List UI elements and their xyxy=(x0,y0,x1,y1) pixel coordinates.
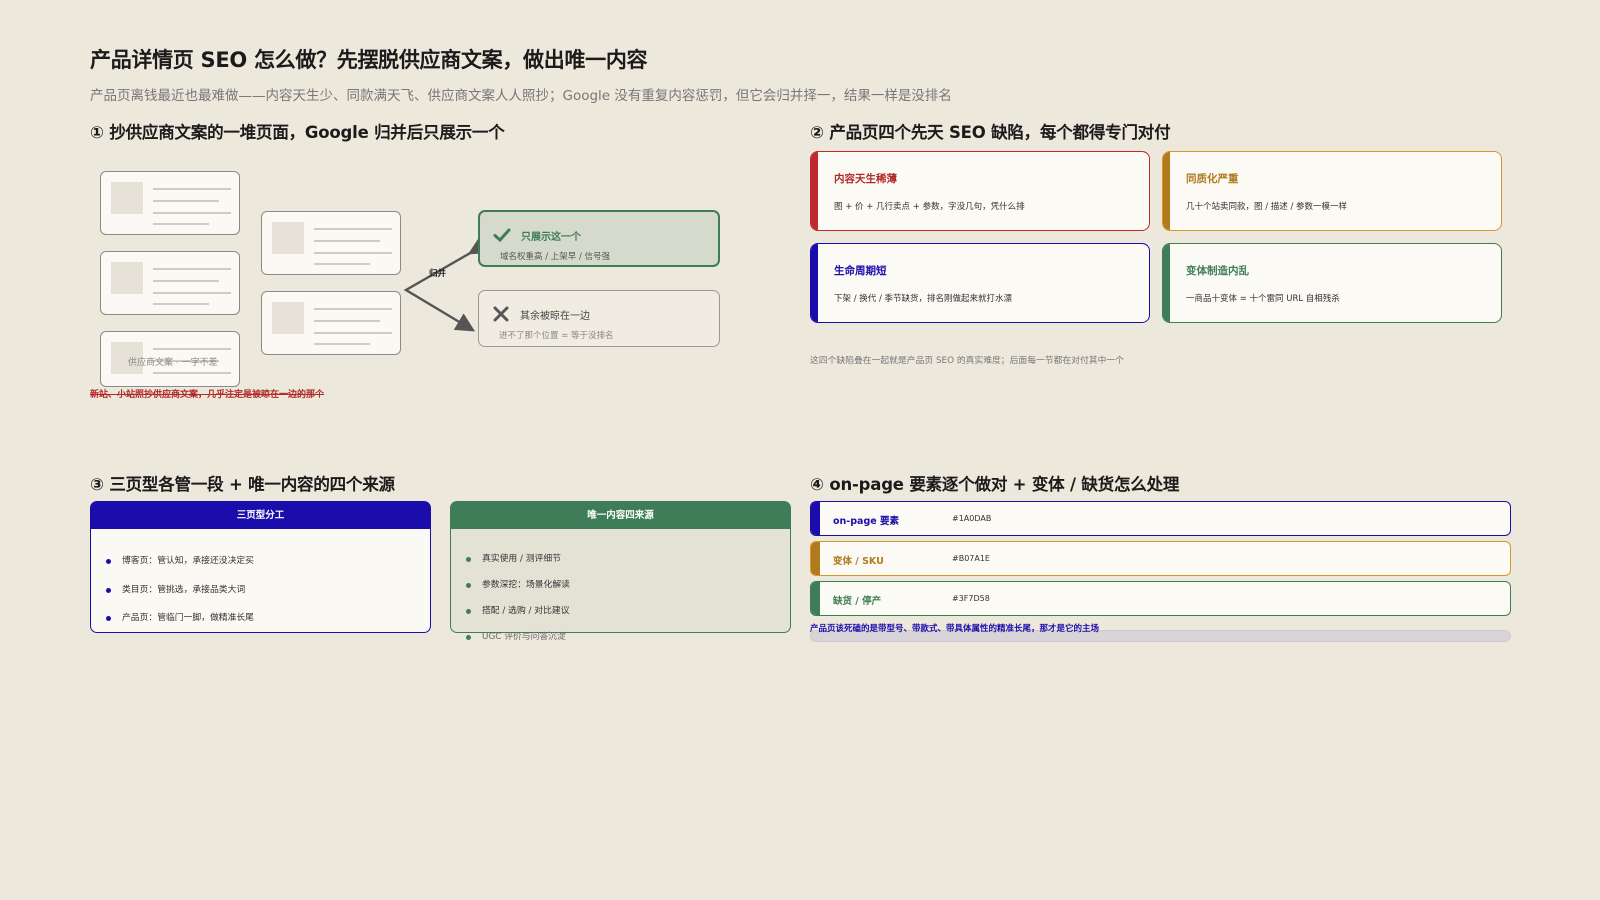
flaw-title: 内容天生稀薄 xyxy=(834,173,897,185)
folded-title: 其余被晾在一边 xyxy=(520,311,590,322)
list-item: 产品页：管临门一脚，做精准长尾 xyxy=(106,604,430,633)
flaw-title: 变体制造内乱 xyxy=(1186,265,1249,277)
list-item: 博客页：管认知，承接还没决定买 xyxy=(106,547,430,576)
kept-note: 域名权重高 / 上架早 / 信号强 xyxy=(500,252,611,262)
section2-note: 这四个缺陷叠在一起就是产品页 SEO 的真实难度；后面每一节都在对付其中一个 xyxy=(810,356,1124,366)
folded-note: 进不了那个位置 = 等于没排名 xyxy=(499,331,614,341)
flaw-title: 同质化严重 xyxy=(1186,173,1239,185)
flaw-card-homogeneous: 同质化严重 几十个站卖同款，图 / 描述 / 参数一模一样 xyxy=(1162,151,1502,231)
panel-header: 三页型分工 xyxy=(91,502,430,529)
row-onpage: on-page 要素 #1A0DAB xyxy=(810,501,1511,536)
merge-label: 归并 xyxy=(429,269,447,279)
page-type-list: 博客页：管认知，承接还没决定买 类目页：管挑选，承接品类大词 产品页：管临门一脚… xyxy=(91,529,430,633)
section1-note: 新站、小站照抄供应商文案，几乎注定是被晾在一边的那个 xyxy=(90,390,325,400)
cross-icon xyxy=(493,306,509,322)
row-value: #1A0DAB xyxy=(952,514,992,523)
flaw-card-variant-chaos: 变体制造内乱 一商品十变体 = 十个雷同 URL 自相残杀 xyxy=(1162,243,1502,323)
row-out-of-stock: 缺货 / 停产 #3F7D58 xyxy=(810,581,1511,616)
flaw-desc: 下架 / 换代 / 季节缺货，排名刚做起来就打水漂 xyxy=(834,294,1013,304)
merge-arrows xyxy=(403,236,490,332)
row-value: #B07A1E xyxy=(952,554,990,563)
list-item: 类目页：管挑选，承接品类大词 xyxy=(106,576,430,605)
flaw-card-thin-content: 内容天生稀薄 图 + 价 + 几行卖点 + 参数，字没几句，凭什么排 xyxy=(810,151,1150,231)
list-item: 搭配 / 选购 / 对比建议 xyxy=(466,598,790,624)
row-value: #3F7D58 xyxy=(952,594,990,603)
flaw-desc: 图 + 价 + 几行卖点 + 参数，字没几句，凭什么排 xyxy=(834,202,1025,212)
page-type-panel: 三页型分工 博客页：管认知，承接还没决定买 类目页：管挑选，承接品类大词 产品页… xyxy=(90,501,431,633)
list-item: 真实使用 / 测评细节 xyxy=(466,546,790,572)
section4-title: ④ on-page 要素逐个做对 + 变体 / 缺货怎么处理 xyxy=(810,475,1180,494)
row-label: 缺货 / 停产 xyxy=(833,596,882,607)
section2-title: ② 产品页四个先天 SEO 缺陷，每个都得专门对付 xyxy=(810,123,1171,142)
section3-title: ③ 三页型各管一段 + 唯一内容的四个来源 xyxy=(90,475,395,494)
section4-note: 产品页该死磕的是带型号、带款式、带具体属性的精准长尾，那才是它的主场 xyxy=(810,624,1100,634)
list-item: UGC 评价与问答沉淀 xyxy=(466,624,790,650)
folded-result-box: 其余被晾在一边 进不了那个位置 = 等于没排名 xyxy=(478,290,720,347)
row-label: 变体 / SKU xyxy=(833,556,884,567)
panel-header: 唯一内容四来源 xyxy=(451,502,790,529)
flaw-card-short-lifecycle: 生命周期短 下架 / 换代 / 季节缺货，排名刚做起来就打水漂 xyxy=(810,243,1150,323)
flaw-title: 生命周期短 xyxy=(834,265,887,277)
kept-title: 只展示这一个 xyxy=(521,232,581,243)
row-label: on-page 要素 xyxy=(833,516,899,527)
flaw-desc: 几十个站卖同款，图 / 描述 / 参数一模一样 xyxy=(1186,202,1348,212)
flaw-desc: 一商品十变体 = 十个雷同 URL 自相残杀 xyxy=(1186,294,1340,304)
row-variant-sku: 变体 / SKU #B07A1E xyxy=(810,541,1511,576)
list-item: 参数深挖：场景化解读 xyxy=(466,572,790,598)
unique-content-list: 真实使用 / 测评细节 参数深挖：场景化解读 搭配 / 选购 / 对比建议 UG… xyxy=(451,529,790,650)
unique-content-panel: 唯一内容四来源 真实使用 / 测评细节 参数深挖：场景化解读 搭配 / 选购 /… xyxy=(450,501,791,642)
check-icon xyxy=(493,228,511,243)
merge-arrow xyxy=(403,236,490,332)
kept-result-box: 只展示这一个 域名权重高 / 上架早 / 信号强 xyxy=(478,210,720,267)
